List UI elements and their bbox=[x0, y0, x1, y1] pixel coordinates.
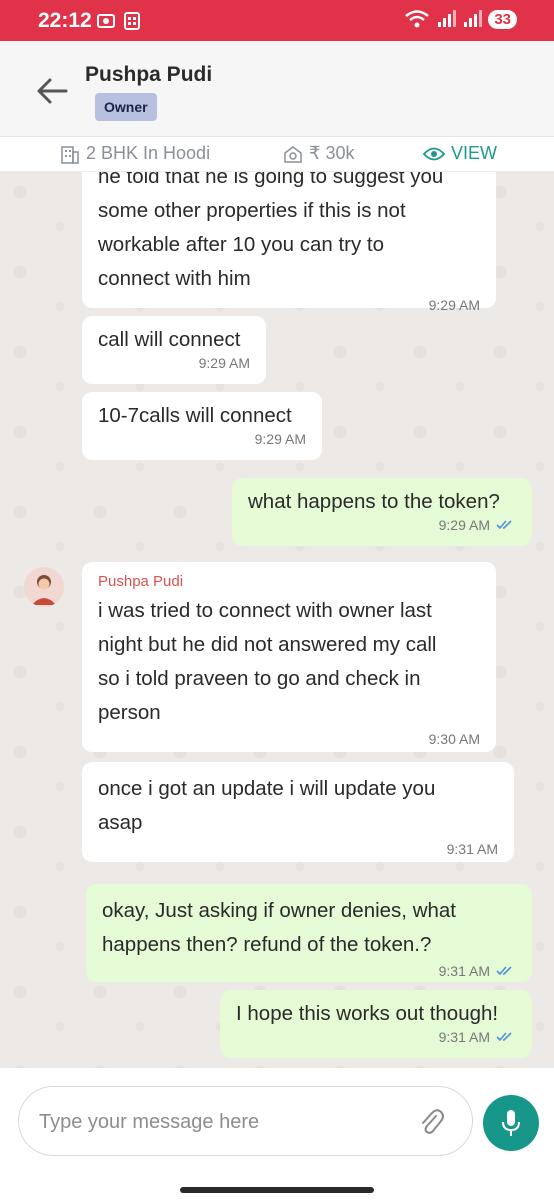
property-type-label: 2 BHK In Hoodi bbox=[86, 143, 211, 163]
gesture-nav-handle[interactable] bbox=[180, 1187, 374, 1193]
message-line: connect with him bbox=[98, 267, 251, 290]
property-info-bar: 2 BHK In Hoodi ₹ 30k VIEW bbox=[0, 137, 554, 172]
message-input-wrapper bbox=[18, 1086, 473, 1157]
view-property-button[interactable]: VIEW bbox=[423, 143, 497, 164]
chat-header: Pushpa Pudi Owner bbox=[0, 41, 554, 137]
message-time: 9:29 AM bbox=[98, 430, 306, 448]
message-time: 9:31 AM bbox=[98, 840, 498, 858]
message-composer bbox=[0, 1068, 554, 1200]
message-time: 9:31 AM bbox=[102, 962, 516, 980]
double-check-icon bbox=[496, 1032, 512, 1042]
calculator-icon bbox=[124, 12, 140, 30]
time-text: 9:31 AM bbox=[446, 841, 498, 857]
sender-name: Pushpa Pudi bbox=[98, 573, 184, 590]
message-bubble: he told that he is going to suggest you … bbox=[82, 172, 496, 313]
double-check-icon bbox=[496, 966, 512, 976]
message-text: I hope this works out though! bbox=[236, 1002, 499, 1025]
microphone-button[interactable] bbox=[483, 1095, 539, 1151]
role-badge: Owner bbox=[95, 93, 157, 121]
message-bubble: once i got an update i will update you a… bbox=[82, 762, 514, 862]
message-text: what happens to the token? bbox=[248, 490, 500, 513]
signal-icon bbox=[438, 10, 457, 27]
building-icon bbox=[61, 145, 79, 164]
message-bubble: call will connect 9:29 AM bbox=[82, 316, 266, 384]
message-bubble: Pushpa Pudi i was tried to connect with … bbox=[82, 562, 496, 752]
message-line: some other properties if this is not bbox=[98, 199, 406, 222]
view-label: VIEW bbox=[451, 143, 498, 163]
message-time: 9:31 AM bbox=[236, 1028, 516, 1046]
message-time: 9:29 AM bbox=[98, 354, 250, 372]
message-line: i was tried to connect with owner last bbox=[98, 599, 432, 622]
signal-icon-2 bbox=[464, 10, 483, 27]
message-line: so i told praveen to go and check in bbox=[98, 667, 421, 690]
status-time: 22:12 bbox=[38, 9, 92, 32]
message-line: person bbox=[98, 701, 161, 724]
message-line: workable after 10 you can try to bbox=[98, 233, 385, 256]
back-arrow-icon[interactable] bbox=[34, 76, 70, 106]
eye-icon bbox=[423, 147, 445, 160]
battery-indicator: 33 bbox=[488, 9, 517, 29]
time-text: 9:31 AM bbox=[438, 963, 490, 979]
paperclip-icon[interactable] bbox=[418, 1107, 444, 1137]
contact-name[interactable]: Pushpa Pudi bbox=[85, 63, 212, 87]
message-line: once i got an update i will update you bbox=[98, 777, 436, 800]
double-check-icon bbox=[496, 520, 512, 530]
message-bubble-outgoing: what happens to the token? 9:29 AM bbox=[232, 478, 532, 546]
message-text: call will connect bbox=[98, 328, 241, 351]
message-bubble-outgoing: I hope this works out though! 9:31 AM bbox=[220, 990, 532, 1058]
message-line: he told that he is going to suggest you bbox=[98, 172, 444, 188]
message-input[interactable] bbox=[37, 1087, 401, 1157]
message-time: 9:29 AM bbox=[98, 296, 480, 314]
message-line: night but he did not answered my call bbox=[98, 633, 437, 656]
message-time: 9:30 AM bbox=[98, 730, 480, 748]
time-text: 9:29 AM bbox=[198, 355, 250, 371]
person-avatar-icon bbox=[32, 575, 56, 605]
message-line: happens then? refund of the token.? bbox=[102, 933, 432, 956]
message-line: asap bbox=[98, 811, 143, 834]
wifi-icon bbox=[405, 10, 430, 28]
message-bubble-outgoing: okay, Just asking if owner denies, what … bbox=[86, 884, 532, 982]
avatar[interactable] bbox=[24, 567, 64, 607]
time-text: 9:29 AM bbox=[254, 431, 306, 447]
time-text: 9:29 AM bbox=[438, 517, 490, 533]
message-line: okay, Just asking if owner denies, what bbox=[102, 899, 456, 922]
property-rent-label: ₹ 30k bbox=[309, 143, 355, 163]
property-type: 2 BHK In Hoodi bbox=[60, 143, 210, 164]
time-text: 9:29 AM bbox=[428, 297, 480, 313]
chat-messages[interactable]: he told that he is going to suggest you … bbox=[0, 172, 554, 1068]
time-text: 9:31 AM bbox=[438, 1029, 490, 1045]
message-text: 10-7calls will connect bbox=[98, 404, 292, 427]
time-text: 9:30 AM bbox=[428, 731, 480, 747]
status-bar: 22:12 33 bbox=[0, 0, 554, 41]
property-rent: ₹ 30k bbox=[283, 143, 354, 164]
screenshot-icon bbox=[97, 14, 115, 28]
rent-icon bbox=[284, 145, 302, 163]
message-bubble: 10-7calls will connect 9:29 AM bbox=[82, 392, 322, 460]
microphone-icon bbox=[502, 1110, 520, 1136]
message-time: 9:29 AM bbox=[248, 516, 516, 534]
